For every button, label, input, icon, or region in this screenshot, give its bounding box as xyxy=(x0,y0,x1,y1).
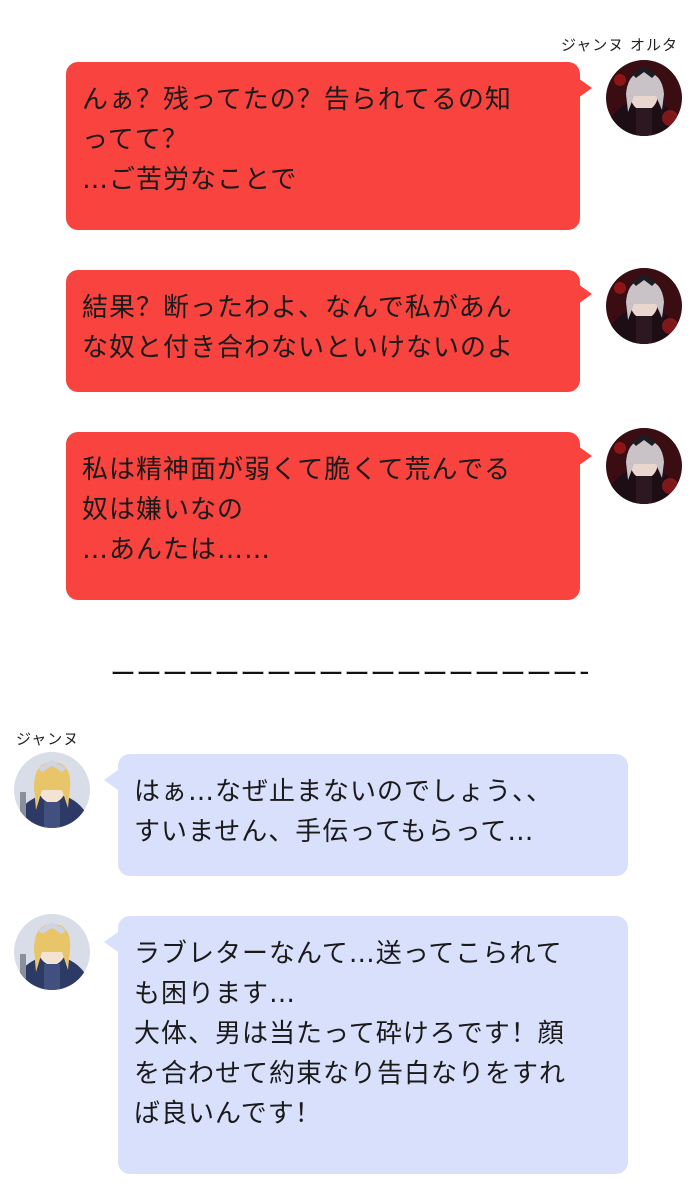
message-line: …あんたは…… xyxy=(82,535,272,565)
jeanne-alter-avatar-icon[interactable] xyxy=(606,428,682,504)
jeanne-alter-avatar-icon-graphic xyxy=(606,268,682,344)
bubble-tail xyxy=(578,446,592,466)
message-line: 私は精神面が弱くて脆くて荒んでる xyxy=(82,455,512,485)
jeanne-alter-avatar-icon-graphic xyxy=(606,60,682,136)
message-line: 奴は嫌いなの xyxy=(82,495,245,525)
jeanne-alter-avatar-icon[interactable] xyxy=(606,60,682,136)
bubble-tail xyxy=(578,284,592,304)
bubble-tail xyxy=(104,770,118,790)
message-bubble-right: 結果？断ったわよ、なんで私があん な奴と付き合わないといけないのよ xyxy=(66,270,580,392)
message-line: …ご苦労なことで xyxy=(82,165,298,195)
message-bubble-right: んぁ？残ってたの？告られてるの知 ってて？ …ご苦労なことで xyxy=(66,62,580,230)
message-bubble-left: ラブレターなんて…送ってこられて も困ります… 大体、男は当たって砕けろです！顔… xyxy=(118,916,628,1174)
jeanne-avatar-icon-graphic xyxy=(14,914,90,990)
message-line: んぁ？残ってたの？告られてるの知 xyxy=(82,85,512,115)
jeanne-avatar-icon-graphic xyxy=(14,752,90,828)
bubble-tail xyxy=(104,932,118,952)
jeanne-alter-avatar-icon-graphic xyxy=(606,428,682,504)
message-line: も困ります… xyxy=(134,979,297,1009)
message-line: はぁ…なぜ止まないのでしょう、、 xyxy=(134,777,554,807)
message-line: ってて？ xyxy=(82,125,189,155)
speaker-name-right: ジャンヌ オルタ xyxy=(560,36,678,54)
jeanne-avatar-icon[interactable] xyxy=(14,752,90,828)
message-line: ラブレターなんて…送ってこられて xyxy=(134,939,563,969)
jeanne-alter-avatar-icon[interactable] xyxy=(606,268,682,344)
divider-line: ーーーーーーーーーーーーーーーーーーーー xyxy=(110,660,588,690)
jeanne-avatar-icon[interactable] xyxy=(14,914,90,990)
message-line: 結果？断ったわよ、なんで私があん xyxy=(82,293,513,323)
message-line: すいません、手伝ってもらって… xyxy=(134,817,535,847)
message-bubble-right: 私は精神面が弱くて脆くて荒んでる 奴は嫌いなの …あんたは…… xyxy=(66,432,580,600)
chat-screen: ジャンヌ オルタ んぁ？残ってたの？告られてるの知 ってて？ …ご苦労なことで xyxy=(0,0,696,1200)
message-bubble-left: はぁ…なぜ止まないのでしょう、、 すいません、手伝ってもらって… xyxy=(118,754,628,876)
message-line: な奴と付き合わないといけないのよ xyxy=(82,333,515,363)
message-line: 大体、男は当たって砕けろです！顔 xyxy=(134,1019,565,1049)
message-line: を合わせて約束なり告白なりをすれ xyxy=(134,1059,567,1089)
bubble-tail xyxy=(578,78,592,98)
message-line: ば良いんです！ xyxy=(134,1099,322,1129)
speaker-name-left: ジャンヌ xyxy=(16,730,80,748)
